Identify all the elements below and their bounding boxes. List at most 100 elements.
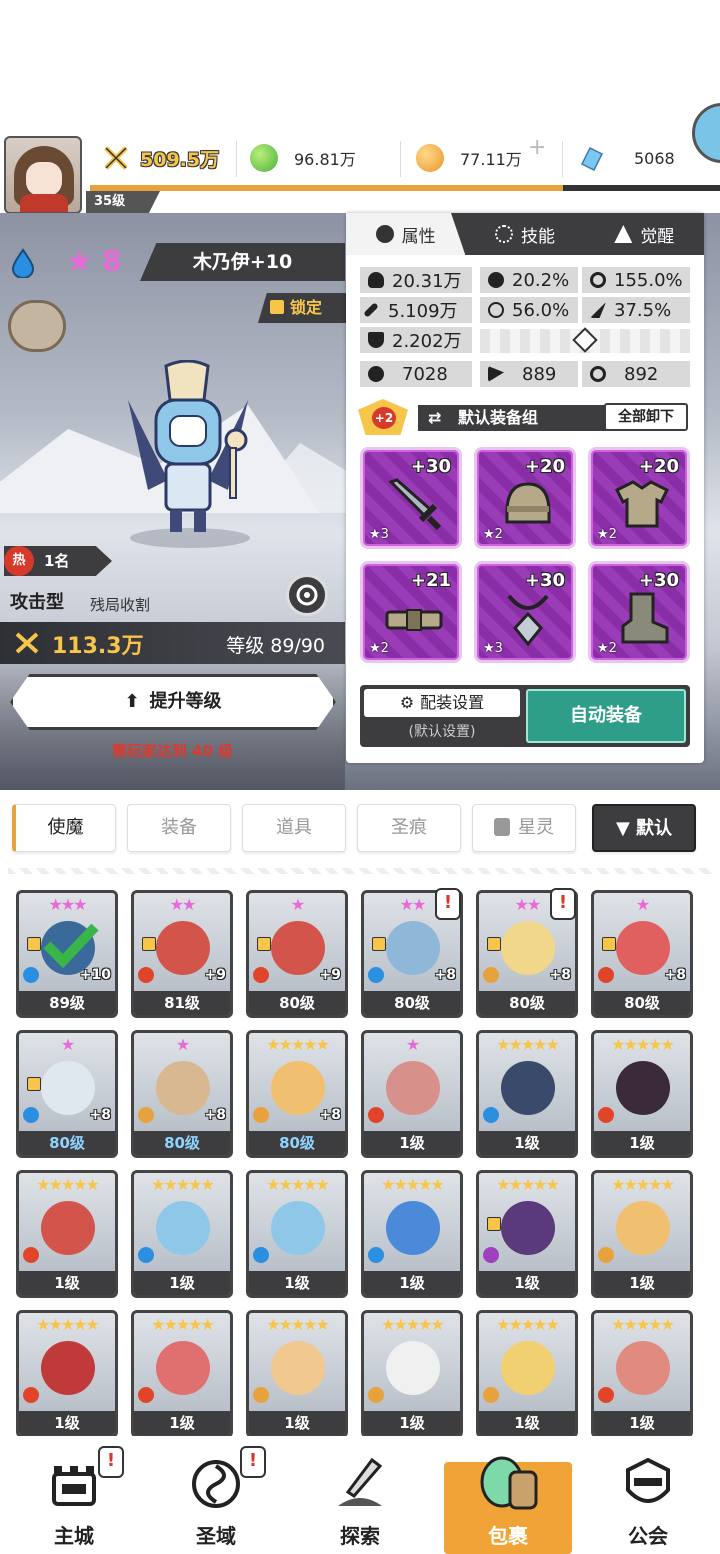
green-currency[interactable]: 96.81万 xyxy=(250,141,356,175)
auto-equip-button[interactable]: 自动装备 xyxy=(526,689,686,743)
stat-b: 889 xyxy=(480,361,578,387)
familiar-level: 80级 xyxy=(364,991,460,1015)
familiar-card[interactable]: ★★★★★ 1级 xyxy=(476,1310,578,1438)
tab-skills[interactable]: 技能 xyxy=(465,213,584,255)
player-avatar[interactable] xyxy=(4,136,82,214)
familiar-card[interactable]: ★★★★★ 1级 xyxy=(361,1310,463,1438)
familiar-card[interactable]: ★ +8 80级 xyxy=(131,1030,233,1158)
gem-currency[interactable]: 5068 xyxy=(576,141,675,175)
familiar-card[interactable]: ★★★★★ 1级 xyxy=(246,1310,348,1438)
rarity-stars: ★★★★★ xyxy=(266,1175,330,1194)
familiar-face xyxy=(501,1201,555,1255)
familiar-card[interactable]: ★★★★★ 1级 xyxy=(476,1170,578,1298)
element-icon xyxy=(598,1387,614,1403)
familiar-face xyxy=(271,1201,325,1255)
familiar-card[interactable]: ★★★★★ 1级 xyxy=(476,1030,578,1158)
lock-button[interactable]: 锁定 xyxy=(258,293,346,323)
level-up-button[interactable]: ⬆ 提升等级 xyxy=(10,674,336,730)
equip-slot-necklace[interactable]: +30 ★3 xyxy=(474,561,576,663)
stat-crit-damage: 155.0% xyxy=(582,267,690,293)
equip-slot-belt[interactable]: +21 ★2 xyxy=(360,561,462,663)
familiar-level: 1级 xyxy=(594,1411,690,1435)
familiar-face xyxy=(386,1201,440,1255)
nav-inventory[interactable]: 包裹 xyxy=(444,1456,572,1554)
nav-explore[interactable]: 探索 xyxy=(288,1436,432,1554)
loadout-settings-button[interactable]: ⚙ 配装设置 xyxy=(364,689,520,717)
lock-icon xyxy=(270,300,284,314)
familiar-card[interactable]: ★★★★★ +8 80级 xyxy=(246,1030,348,1158)
loadout-current: (默认设置) xyxy=(408,724,476,740)
familiar-level: 1级 xyxy=(479,1271,575,1295)
hero-level: 等级 89/90 xyxy=(226,635,325,657)
familiar-card[interactable]: ★ +9 80级 xyxy=(246,890,348,1018)
familiar-face xyxy=(616,1061,670,1115)
role-icon[interactable] xyxy=(8,300,66,352)
side-menu-button[interactable] xyxy=(692,103,720,163)
rotate-view-button[interactable] xyxy=(286,574,328,616)
familiar-card[interactable]: ★ 1级 xyxy=(361,1030,463,1158)
upgrade-requirement: 需玩家达到 40 级 xyxy=(111,742,234,760)
enhance-level: +8 xyxy=(664,967,686,983)
familiar-level: 1级 xyxy=(364,1131,460,1155)
nav-sanctuary[interactable]: ! 圣域 xyxy=(144,1436,288,1554)
element-icon xyxy=(598,967,614,983)
familiar-card[interactable]: ★ +8 80级 xyxy=(591,890,693,1018)
hero-type-sub: 残局收割 xyxy=(90,596,151,614)
stat-hp: 20.31万 xyxy=(360,267,472,293)
element-icon xyxy=(138,1107,154,1123)
familiar-card[interactable]: ★ +8 80级 xyxy=(16,1030,118,1158)
crossed-swords-icon xyxy=(15,632,39,654)
gold-coin-icon xyxy=(416,144,444,172)
lock-icon xyxy=(602,937,616,951)
tab-items[interactable]: 道具 xyxy=(242,804,346,852)
familiar-face xyxy=(156,1201,210,1255)
set-bonus-badge[interactable]: +2 xyxy=(358,399,408,435)
familiar-level: 1级 xyxy=(134,1271,230,1295)
familiar-card[interactable]: ★★★★★ 1级 xyxy=(131,1170,233,1298)
familiar-level: 1级 xyxy=(364,1411,460,1435)
familiar-card[interactable]: ★★★★★ 1级 xyxy=(131,1310,233,1438)
familiar-card[interactable]: ★★★★★ 1级 xyxy=(361,1170,463,1298)
tab-equipment[interactable]: 装备 xyxy=(127,804,231,852)
familiar-card[interactable]: ★★★★★ 1级 xyxy=(246,1170,348,1298)
enhance-level: +8 xyxy=(549,967,571,983)
tab-attributes[interactable]: 属性 xyxy=(346,213,466,255)
familiar-card[interactable]: ★★ +9 81级 xyxy=(131,890,233,1018)
equip-slot-helmet[interactable]: +20 ★2 xyxy=(474,447,576,549)
add-gold-icon[interactable]: + xyxy=(528,137,552,161)
familiar-card[interactable]: ★★★★★ 1级 xyxy=(591,1310,693,1438)
equip-slot-weapon[interactable]: +30 ★3 xyxy=(360,447,462,549)
equip-slot-boots[interactable]: +30 ★2 xyxy=(588,561,690,663)
sort-dropdown[interactable]: ▼ 默认 xyxy=(592,804,696,852)
equip-slot-armor[interactable]: +20 ★2 xyxy=(588,447,690,549)
tab-familiars[interactable]: 使魔 xyxy=(12,804,116,852)
element-icon xyxy=(253,967,269,983)
unequip-all-button[interactable]: 全部卸下 xyxy=(604,403,688,431)
rarity-stars: ★★★★★ xyxy=(611,1035,675,1054)
tab-stigmata[interactable]: 圣痕 xyxy=(357,804,461,852)
familiar-card[interactable]: ★★★★★ 1级 xyxy=(16,1310,118,1438)
rarity-stars: ★★★★★ xyxy=(611,1175,675,1194)
familiar-card[interactable]: ★★★★★ 1级 xyxy=(591,1030,693,1158)
top-resource-bar: 509.5万 96.81万 77.11万 + 5068 35级 xyxy=(0,103,720,214)
familiar-face xyxy=(616,1341,670,1395)
necklace-icon xyxy=(507,594,549,647)
bottom-nav: ! 主城 ! 圣域 探索 包裹 公会 xyxy=(0,1436,720,1554)
nav-main-city[interactable]: ! 主城 xyxy=(2,1436,146,1554)
tab-star-spirit[interactable]: 星灵 xyxy=(472,804,576,852)
stat-crit-rate: 20.2% xyxy=(480,267,578,293)
enhance-level: +8 xyxy=(319,1107,341,1123)
familiar-face xyxy=(616,921,670,975)
familiar-card[interactable]: ★★★★★ 1级 xyxy=(16,1170,118,1298)
gold-currency[interactable]: 77.11万 xyxy=(416,141,522,175)
nav-guild[interactable]: 公会 xyxy=(576,1436,720,1554)
familiar-card[interactable]: ★★★★★ 1级 xyxy=(591,1170,693,1298)
star-icon: ★ xyxy=(66,244,93,279)
rarity-stars: ★★★ xyxy=(48,895,87,914)
tab-awaken[interactable]: 觉醒 xyxy=(585,213,704,255)
familiar-face xyxy=(386,921,440,975)
alert-badge: ! xyxy=(550,888,576,920)
rarity-stars: ★★★★★ xyxy=(496,1035,560,1054)
familiar-card[interactable]: ★★★ +10 89级 xyxy=(16,890,118,1018)
gear-icon: ⚙ xyxy=(399,693,415,712)
